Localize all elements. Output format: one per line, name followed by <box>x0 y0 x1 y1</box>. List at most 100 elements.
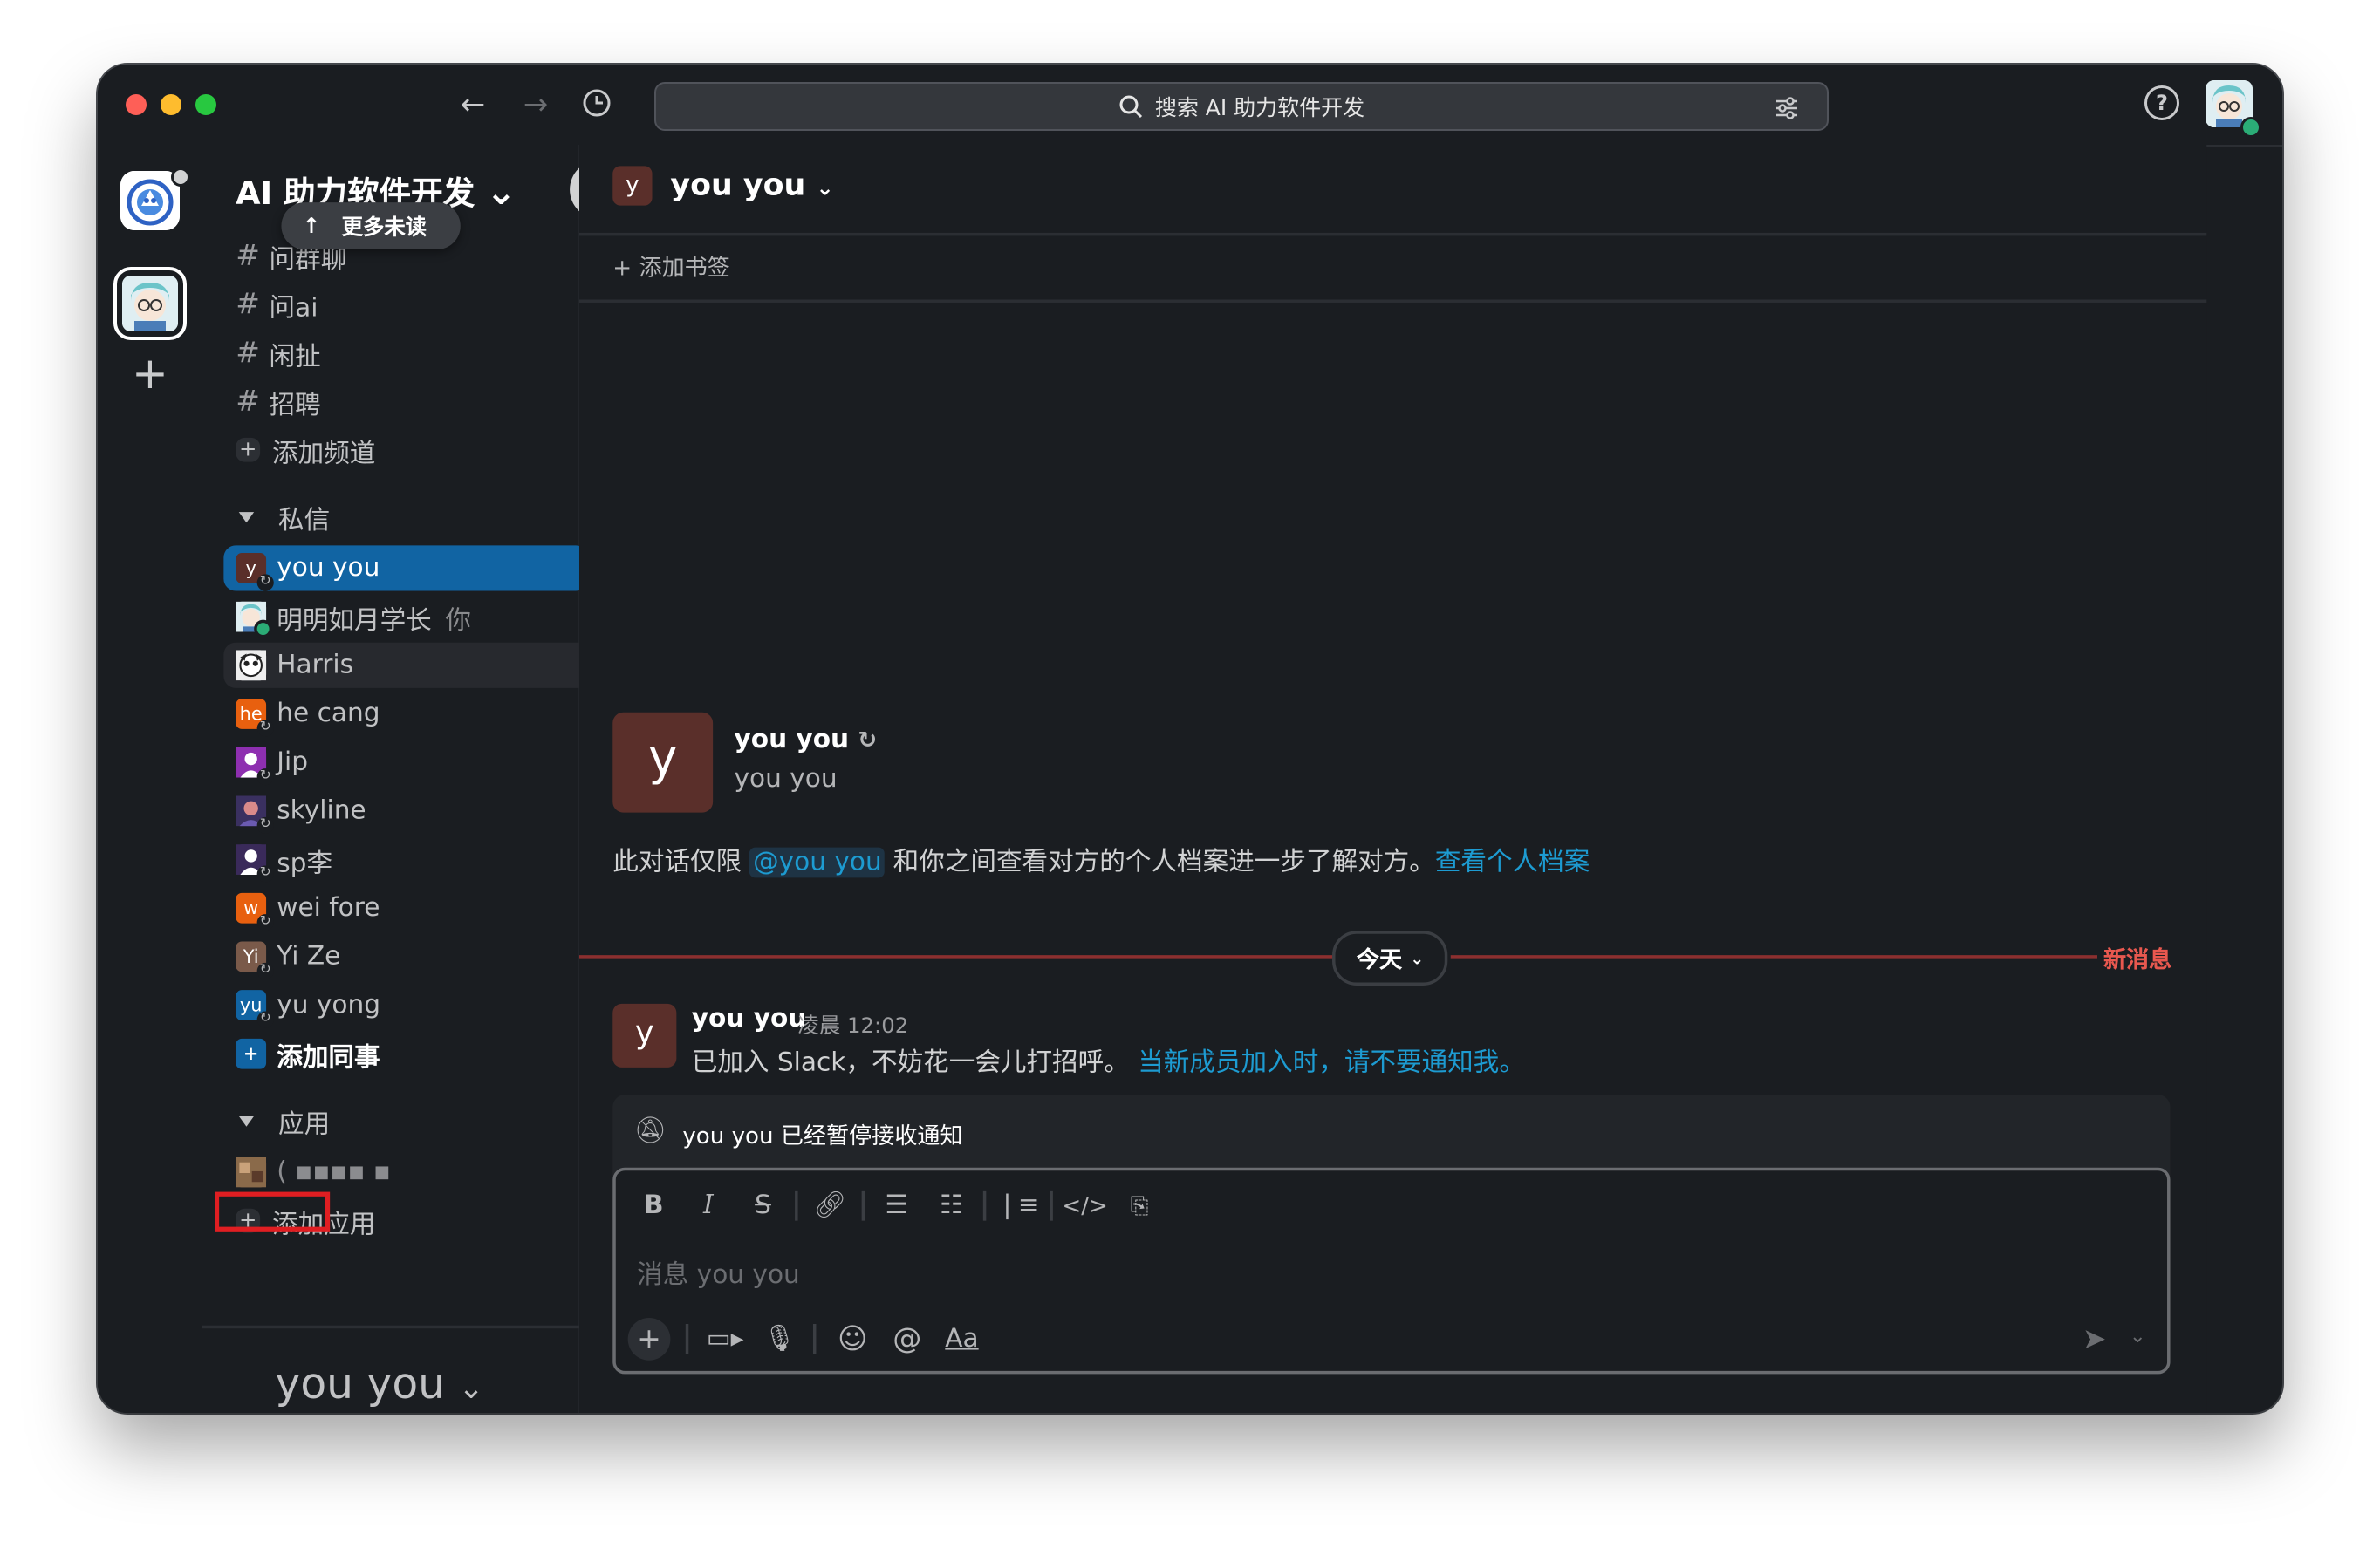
message-timestamp[interactable]: 凌晨 12:02 <box>798 1010 909 1041</box>
notification-paused-banner: 🔕︎ you you 已经暂停接收通知 <box>612 1095 2171 1177</box>
video-icon[interactable]: ▭▸ <box>704 1318 747 1361</box>
sidebar-channel-2[interactable]: # 问ai <box>221 282 585 327</box>
bell-off-icon: 🔕︎ <box>633 1116 667 1147</box>
external-user-icon: ↻ <box>256 720 274 737</box>
add-channel-button[interactable]: + 添加频道 <box>221 427 585 473</box>
mute-join-notice-link[interactable]: 当新成员加入时，请不要通知我。 <box>1138 1047 1525 1078</box>
mention-icon[interactable]: @ <box>886 1318 928 1361</box>
bulleted-list-icon[interactable]: ☷ <box>928 1183 974 1228</box>
blockquote-icon[interactable]: ❘≡ <box>995 1183 1041 1228</box>
channel-name-button[interactable]: you you ⌄ <box>670 166 833 202</box>
schedule-send-chevron-icon[interactable]: ⌄ <box>2130 1326 2146 1348</box>
strikethrough-icon[interactable]: S <box>740 1183 785 1228</box>
channel-label: 问ai <box>269 292 318 324</box>
toolbar-separator <box>861 1190 865 1221</box>
intro-avatar: y <box>612 712 714 813</box>
toolbar-separator <box>982 1190 987 1221</box>
ordered-list-icon[interactable]: ☰ <box>874 1183 920 1228</box>
app-label: ( ▪▪▪▪ ▪ <box>277 1156 391 1188</box>
code-block-icon[interactable]: ⎘ <box>1117 1183 1162 1228</box>
avatar: w ↻ <box>236 892 274 931</box>
close-window-button[interactable] <box>126 94 147 115</box>
dm-wei-fore[interactable]: w ↻ wei fore <box>223 885 588 931</box>
avatar: he ↻ <box>236 699 274 737</box>
add-bookmark-button[interactable]: + 添加书签 <box>612 251 730 283</box>
dm-label: he cang <box>277 699 380 729</box>
dm-label: yu yong <box>277 990 381 1020</box>
apps-section-label: 应用 <box>278 1109 331 1140</box>
view-profile-link[interactable]: 查看个人档案 <box>1435 848 1590 878</box>
history-clock-icon[interactable] <box>579 87 614 122</box>
dm-self[interactable]: 明明如月学长 你 <box>223 594 588 639</box>
message-composer: B I S 🔗︎ ☰ ☷ ❘≡ </> ⎘ 消息 you you + ▭▸ 🎙︎ <box>612 1167 2171 1375</box>
zoom-window-button[interactable] <box>195 94 216 115</box>
plus-icon: + <box>236 437 261 462</box>
microphone-icon[interactable]: 🎙︎ <box>758 1318 801 1361</box>
filter-icon[interactable] <box>1775 96 1799 120</box>
add-workspace-icon[interactable]: + <box>127 351 173 396</box>
external-user-icon: ↻ <box>256 574 274 591</box>
dm-he-cang[interactable]: he ↻ he cang <box>223 691 588 737</box>
emoji-icon[interactable]: ☺ <box>831 1318 874 1361</box>
date-jump-button[interactable]: 今天 ⌄ <box>1332 931 1449 986</box>
add-channel-label: 添加频道 <box>272 438 376 469</box>
avatar: ↻ <box>236 747 274 786</box>
channel-label: 闲扯 <box>269 341 321 372</box>
dm-skyline[interactable]: ↻ skyline <box>223 788 588 834</box>
apps-section-header[interactable]: 应用 <box>221 1098 330 1143</box>
minimize-window-button[interactable] <box>161 94 181 115</box>
main-pane: y you you ⌄ + 添加书签 y you you ↻ you you 此… <box>579 145 2207 1413</box>
add-colleague-button[interactable]: + 添加同事 <box>223 1031 588 1076</box>
new-message-divider <box>579 955 1338 959</box>
external-user-icon: ↻ <box>256 816 274 834</box>
dm-jip[interactable]: ↻ Jip <box>223 740 588 786</box>
avatar: yu ↻ <box>236 990 274 1028</box>
hash-icon: # <box>236 384 260 419</box>
forward-arrow-icon[interactable]: → <box>518 87 553 122</box>
new-message-divider <box>1450 955 2097 959</box>
app-item[interactable]: ( ▪▪▪▪ ▪ <box>223 1150 588 1195</box>
message-avatar[interactable]: y <box>612 1003 677 1068</box>
workspace-active[interactable] <box>113 267 187 340</box>
link-icon[interactable]: 🔗︎ <box>807 1183 852 1228</box>
title-bar: ← → 搜索 AI 助力软件开发 ? <box>98 65 2282 147</box>
avatar: ↻ <box>236 844 274 883</box>
message-input[interactable]: 消息 you you <box>637 1252 800 1291</box>
bold-icon[interactable]: B <box>631 1183 676 1228</box>
toolbar-separator <box>812 1323 817 1354</box>
dm-label: 明明如月学长 <box>277 605 432 636</box>
user-status-button[interactable]: you you ⌄ <box>276 1359 484 1409</box>
intro-name[interactable]: you you ↻ <box>734 725 877 755</box>
dm-label: sp李 <box>277 848 333 879</box>
dm-sp-li[interactable]: ↻ sp李 <box>223 836 588 883</box>
sidebar-channel-4[interactable]: # 招聘 <box>221 379 585 424</box>
chevron-down-icon: ⌄ <box>1410 948 1425 968</box>
dm-yi-ze[interactable]: Yi ↻ Yi Ze <box>223 934 588 979</box>
toolbar-separator <box>795 1190 798 1221</box>
intro-subtitle: you you <box>734 763 838 795</box>
attach-plus-button[interactable]: + <box>627 1318 671 1361</box>
chevron-down-icon: ⌄ <box>485 170 516 214</box>
dm-section-label: 私信 <box>278 505 331 536</box>
caret-down-icon <box>238 1115 255 1126</box>
add-colleague-label: 添加同事 <box>277 1042 380 1074</box>
dm-yu-yong[interactable]: yu ↻ yu yong <box>223 982 588 1028</box>
message-author[interactable]: you you <box>692 1004 807 1034</box>
search-input[interactable]: 搜索 AI 助力软件开发 <box>654 82 1829 131</box>
back-arrow-icon[interactable]: ← <box>455 87 490 122</box>
online-status-dot <box>2240 117 2261 138</box>
dm-you-you[interactable]: y ↻ you you <box>223 545 588 591</box>
italic-icon[interactable]: I <box>686 1183 731 1228</box>
more-unread-button[interactable]: ↑ 更多未读 <box>281 202 461 250</box>
help-icon[interactable]: ? <box>2144 85 2179 120</box>
sidebar: AI 助力软件开发 ⌄ # 问群聊 ↑ 更多未读 # 问ai # 闲扯 # 招聘 + 添加频… <box>202 145 1162 1413</box>
sidebar-channel-3[interactable]: # 闲扯 <box>221 330 585 375</box>
text-format-button[interactable]: Aa <box>940 1318 983 1361</box>
code-icon[interactable]: </> <box>1062 1183 1108 1228</box>
mention-link[interactable]: @you you <box>749 847 886 878</box>
send-icon[interactable]: ➤ <box>2082 1322 2107 1355</box>
composer-actions: + ▭▸ 🎙︎ ☺ @ Aa <box>627 1316 995 1361</box>
dm-section-header[interactable]: 私信 <box>221 494 330 539</box>
channel-label: 招聘 <box>269 390 321 420</box>
dm-label: skyline <box>277 795 366 827</box>
